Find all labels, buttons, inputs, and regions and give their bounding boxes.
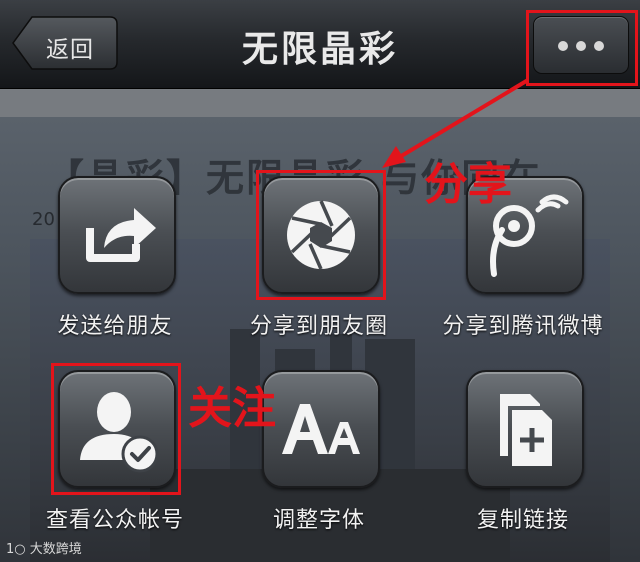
follow-annotation: 关注	[188, 383, 276, 434]
watermark-logo-icon: 1○	[6, 542, 26, 557]
separator-band	[0, 89, 640, 117]
tile[interactable]	[466, 370, 584, 488]
copy-link-icon	[500, 394, 552, 466]
more-button-highlight	[526, 10, 638, 86]
share-arrow-icon	[86, 208, 156, 262]
item-label: 调整字体	[272, 508, 365, 533]
watermark: 1○ 大数跨境	[6, 538, 82, 557]
font-size-icon	[282, 404, 360, 454]
item-label: 查看公众帐号	[45, 508, 184, 533]
official-account-highlight	[51, 363, 181, 495]
share-item-copy-link[interactable]: 复制链接	[423, 370, 623, 550]
moments-highlight	[256, 170, 386, 300]
item-label: 复制链接	[476, 508, 569, 533]
share-item-send-friend[interactable]: 发送给朋友	[15, 176, 215, 356]
item-label: 发送给朋友	[57, 314, 173, 339]
item-label: 分享到腾讯微博	[442, 314, 604, 339]
watermark-text: 大数跨境	[29, 542, 82, 557]
item-label: 分享到朋友圈	[249, 314, 388, 339]
tile[interactable]	[262, 370, 380, 488]
share-annotation: 分享	[424, 159, 512, 210]
tile[interactable]	[58, 176, 176, 294]
